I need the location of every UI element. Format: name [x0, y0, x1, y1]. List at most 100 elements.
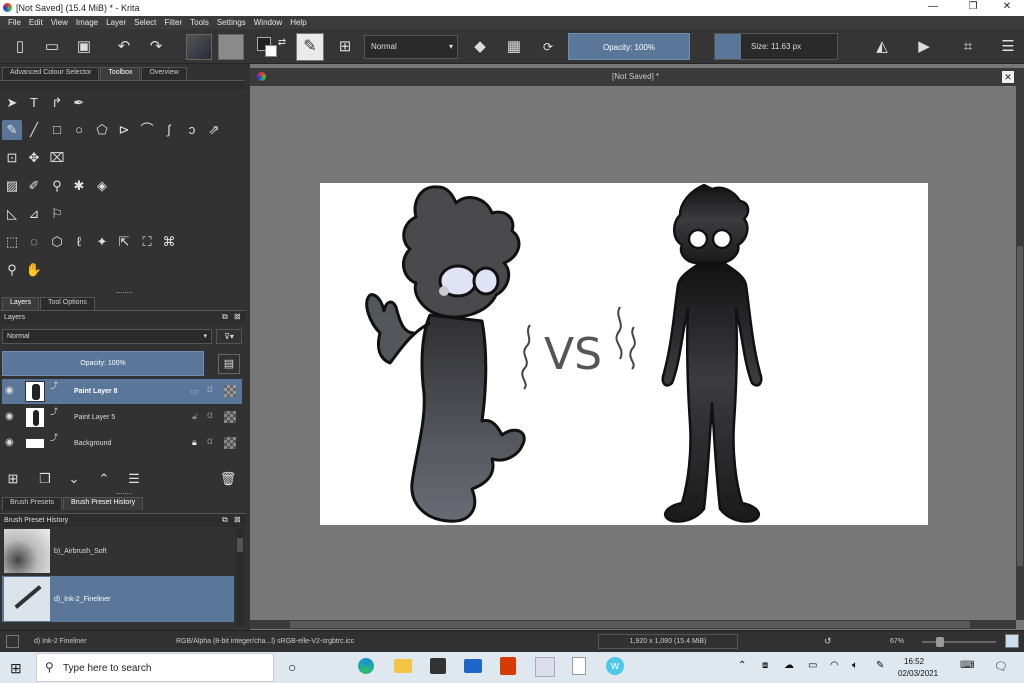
rectangle-tool-icon[interactable]: □	[47, 120, 67, 140]
rect-select-icon[interactable]: ⬚	[2, 232, 22, 252]
move-layer-up-icon[interactable]: ⌃	[94, 469, 114, 489]
float-docker-icon[interactable]: ⧉	[222, 515, 228, 525]
clock-time[interactable]: 16:52	[904, 657, 924, 666]
fill-tool-icon[interactable]: ◈	[92, 176, 112, 196]
edit-shapes-icon[interactable]: ↱	[47, 93, 67, 113]
duplicate-layer-icon[interactable]: ❐	[35, 469, 55, 489]
alpha-lock-icon[interactable]: ▦	[502, 35, 526, 59]
redo-icon[interactable]: ↷	[144, 35, 168, 59]
size-slider[interactable]: Size: 11.63 px	[714, 33, 838, 60]
transparency-icon[interactable]	[224, 437, 236, 449]
maximize-button[interactable]: ❐	[958, 1, 988, 15]
move-tool-icon[interactable]: ✥	[24, 148, 44, 168]
menu-select[interactable]: Select	[130, 16, 160, 29]
menu-edit[interactable]: Edit	[25, 16, 47, 29]
mirror-horizontal-icon[interactable]: ◭	[870, 35, 894, 59]
preset-item[interactable]: b)_Airbrush_Soft	[2, 528, 234, 574]
transparency-icon[interactable]	[224, 411, 236, 423]
menu-help[interactable]: Help	[286, 16, 310, 29]
alpha-icon[interactable]: α	[207, 436, 213, 447]
ellipse-select-icon[interactable]: ◌	[24, 232, 44, 252]
tablet-icon[interactable]: ⧇	[762, 660, 768, 671]
task-view-icon[interactable]: ○	[288, 659, 296, 675]
magnetic-select-icon[interactable]: ⌘	[159, 232, 179, 252]
multibrush-icon[interactable]: ⇗	[204, 120, 224, 140]
edge-icon[interactable]	[358, 658, 374, 674]
contiguous-select-icon[interactable]: ✦	[92, 232, 112, 252]
lock-icon[interactable]: ▭	[190, 386, 199, 397]
splitter-handle[interactable]	[116, 493, 132, 495]
drawing-canvas[interactable]: VS	[320, 183, 928, 525]
tab-brush-preset-history[interactable]: Brush Preset History	[62, 497, 144, 510]
assistant-tool-icon[interactable]: ◺	[2, 204, 22, 224]
brush-preset-icon[interactable]: ✎	[296, 33, 324, 61]
layer-opacity-slider[interactable]: Opacity: 100%	[2, 351, 204, 376]
lock-icon[interactable]: 🔒︎	[192, 437, 197, 448]
menu-layer[interactable]: Layer	[102, 16, 130, 29]
freehand-brush-icon[interactable]: ✎	[2, 120, 22, 140]
bezier-tool-icon[interactable]: ⌒	[137, 120, 157, 140]
menu-tools[interactable]: Tools	[186, 16, 213, 29]
scrollbar-thumb[interactable]	[290, 621, 970, 628]
inherit-alpha-icon[interactable]: ⤴	[50, 406, 58, 417]
horizontal-scrollbar[interactable]	[250, 620, 1016, 629]
windows-start-icon[interactable]: ⊞	[10, 660, 22, 677]
layer-row[interactable]: ◉ ⤴ Paint Layer 5 🔓︎ α	[2, 405, 242, 430]
unlock-icon[interactable]: 🔓︎	[192, 411, 198, 422]
calligraphy-icon[interactable]: ✒	[69, 93, 89, 113]
smart-patch-icon[interactable]: ✱	[69, 176, 89, 196]
clock-date[interactable]: 02/03/2021	[898, 669, 938, 678]
polyline-tool-icon[interactable]: ⊳	[114, 120, 134, 140]
gradient-tool-icon[interactable]: ▨	[2, 176, 22, 196]
store-icon[interactable]	[430, 658, 446, 674]
preset-item[interactable]: d)_Ink-2_Fineliner	[2, 576, 234, 622]
layer-settings-icon[interactable]: ☰	[124, 469, 144, 489]
rotate-canvas-icon[interactable]: ↺	[824, 636, 832, 647]
select-shapes-icon[interactable]: ➤	[2, 93, 22, 113]
crop-tool-icon[interactable]: ⌧	[47, 148, 67, 168]
polygon-tool-icon[interactable]: ⬠	[92, 120, 112, 140]
blend-mode-select[interactable]: Normal ▾	[364, 35, 458, 59]
polygon-select-icon[interactable]: ⬡	[47, 232, 67, 252]
preset-scrollbar[interactable]	[236, 528, 244, 626]
tab-tool-options[interactable]: Tool Options	[40, 297, 95, 310]
eraser-icon[interactable]: ◆	[468, 35, 492, 59]
krita-taskbar-icon[interactable]	[535, 657, 555, 677]
office-icon[interactable]	[500, 657, 516, 675]
close-docker-icon[interactable]: ⊠	[234, 312, 241, 321]
tab-brush-presets[interactable]: Brush Presets	[2, 497, 62, 510]
scrollbar-thumb[interactable]	[237, 538, 243, 552]
close-window-button[interactable]: ✕	[992, 1, 1022, 15]
transparency-icon[interactable]	[224, 385, 236, 397]
tab-overview[interactable]: Overview	[141, 67, 187, 80]
show-hidden-icons-icon[interactable]: ⌃	[738, 660, 746, 671]
minimize-button[interactable]: —	[918, 1, 948, 15]
opacity-slider[interactable]: Opacity: 100%	[568, 33, 690, 60]
freehand-select-icon[interactable]: ℓ	[69, 232, 89, 252]
touch-keyboard-icon[interactable]: ⌨	[960, 660, 974, 671]
bezier-select-icon[interactable]: ⛶	[137, 232, 157, 252]
save-icon[interactable]: ▣	[72, 35, 96, 59]
layer-properties-icon[interactable]: ▤	[218, 354, 240, 374]
wrap-around-icon[interactable]: ⌗	[956, 35, 980, 59]
pan-tool-icon[interactable]: ✋	[24, 260, 44, 280]
grid-icon[interactable]: ⊞	[333, 35, 357, 59]
dynamic-brush-icon[interactable]: ↄ	[182, 120, 202, 140]
reference-images-icon[interactable]: ⚐	[47, 204, 67, 224]
mail-icon[interactable]	[464, 659, 482, 673]
zoom-slider-handle[interactable]	[936, 637, 944, 647]
menu-image[interactable]: Image	[72, 16, 102, 29]
measure-tool-icon[interactable]: ⊿	[24, 204, 44, 224]
line-tool-icon[interactable]: ╱	[24, 120, 44, 140]
delete-layer-icon[interactable]: 🗑︎	[218, 469, 238, 489]
notification-icon[interactable]: 🗨︎	[994, 660, 1008, 673]
undo-icon[interactable]: ↶	[112, 35, 136, 59]
move-layer-down-icon[interactable]: ⌄	[64, 469, 84, 489]
eye-icon[interactable]: ◉	[5, 411, 14, 422]
file-explorer-icon[interactable]	[394, 659, 412, 673]
gradient-swatch[interactable]	[186, 34, 212, 60]
eye-icon[interactable]: ◉	[5, 385, 14, 396]
open-folder-icon[interactable]: ▭	[40, 35, 64, 59]
splitter-handle[interactable]	[116, 292, 132, 294]
layer-row[interactable]: ◉ ⤴ Background 🔒︎ α	[2, 431, 242, 456]
